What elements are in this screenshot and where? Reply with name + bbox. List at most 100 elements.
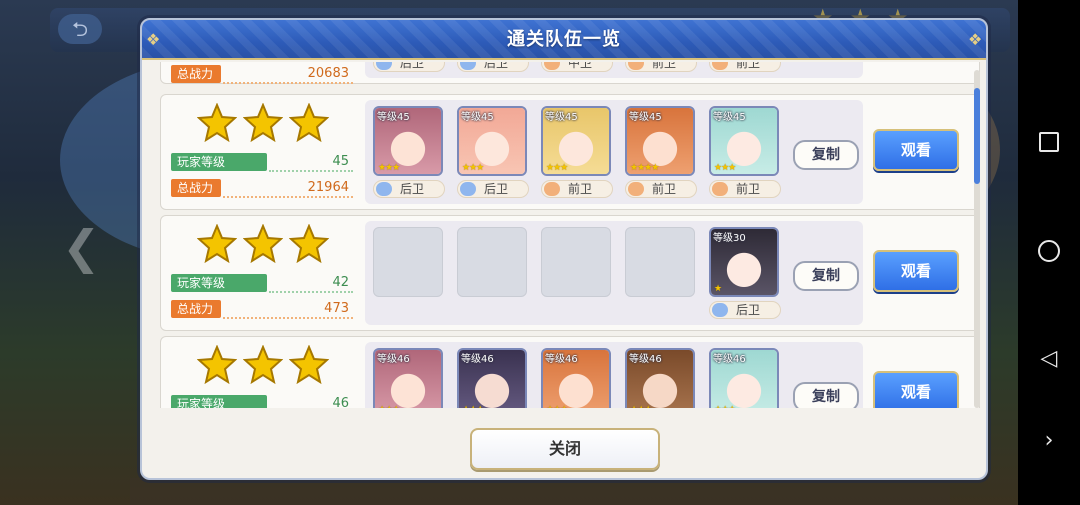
total-power-label: 总战力 xyxy=(171,179,221,197)
copy-team-button[interactable]: 复制 xyxy=(793,382,859,408)
copy-team-button[interactable]: 复制 xyxy=(793,261,859,291)
position-tag: 后卫 xyxy=(373,180,445,198)
position-tag: 前卫 xyxy=(625,180,697,198)
gold-star-icon xyxy=(196,344,238,385)
home-icon[interactable] xyxy=(1038,240,1060,262)
position-icon xyxy=(712,62,728,70)
total-power-value: 473 xyxy=(324,301,349,316)
rarity-stars-icon: ★ xyxy=(714,284,722,294)
recent-apps-icon[interactable] xyxy=(1039,132,1059,152)
position-icon xyxy=(628,62,644,70)
player-level-stat: 玩家等级 46 xyxy=(171,395,353,408)
player-level-label: 玩家等级 xyxy=(171,274,267,292)
empty-slot xyxy=(457,227,527,297)
rarity-stars-icon: ★★★ xyxy=(714,163,736,173)
position-tag: 前卫 xyxy=(709,180,781,198)
team-lineup: 等级46★★★ 等级46★★★ 等级46★★★ 等级46★★★ xyxy=(365,342,863,408)
player-level-stat: 玩家等级 45 xyxy=(171,153,353,172)
team-row: 总战力 20683 后卫 后卫 中卫 前卫 前卫 xyxy=(160,62,980,84)
gold-star-icon xyxy=(242,344,284,385)
total-power-stat: 总战力 20683 xyxy=(171,65,353,84)
gold-star-icon xyxy=(242,102,284,143)
clear-teams-dialog: ❖ ❖ 通关队伍一览 总战力 20683 后卫 后卫 中卫 前卫 前卫 玩家等级… xyxy=(140,18,988,480)
peach-hair-girl-portrait-icon[interactable]: 等级45 ★★★ xyxy=(457,106,527,176)
player-level-stat: 玩家等级 42 xyxy=(171,274,353,293)
clear-stars xyxy=(196,223,337,268)
team-row: 玩家等级 42 总战力 473 等级30 ★ 后卫 复制 观看 xyxy=(160,215,980,331)
empty-slot xyxy=(541,227,611,297)
clear-stars xyxy=(196,344,337,389)
total-power-stat: 总战力 473 xyxy=(171,300,353,319)
mint-hair-girl-portrait-icon[interactable]: 等级46★★★ xyxy=(709,348,779,408)
game-screen: ⮌ ★★★ ❮ ◁ › ❖ ❖ 通关队伍一览 总战力 20683 xyxy=(0,0,1080,505)
player-level-label: 玩家等级 xyxy=(171,395,267,408)
rarity-stars-icon: ★★★ xyxy=(546,405,568,408)
player-level-value: 46 xyxy=(332,396,349,408)
rarity-stars-icon: ★★★★ xyxy=(630,163,659,173)
view-team-button[interactable]: 观看 xyxy=(873,371,959,408)
background-left-arrow-icon: ❮ xyxy=(62,220,101,274)
rarity-stars-icon: ★★★ xyxy=(630,405,652,408)
team-lineup: 后卫 后卫 中卫 前卫 前卫 xyxy=(365,62,863,78)
brown-hair-girl-portrait-icon[interactable]: 等级46★★★ xyxy=(625,348,695,408)
empty-slot xyxy=(625,227,695,297)
rarity-stars-icon: ★★★ xyxy=(378,163,400,173)
rarity-stars-icon: ★★★ xyxy=(378,405,400,408)
position-tag: 前卫 xyxy=(709,62,781,72)
position-tag: 后卫 xyxy=(457,62,529,72)
pink-hair-girl-portrait-icon[interactable]: 等级46★★★ xyxy=(373,348,443,408)
view-team-button[interactable]: 观看 xyxy=(873,250,959,292)
chevron-right-icon[interactable]: › xyxy=(1036,428,1062,454)
clear-stars xyxy=(196,102,337,147)
black-hair-girl-portrait-icon[interactable]: 等级30 ★ xyxy=(709,227,779,297)
position-tag: 后卫 xyxy=(457,180,529,198)
view-team-button[interactable]: 观看 xyxy=(873,129,959,171)
team-row: 玩家等级 45 总战力 21964 等级45 ★★★ 等级45 ★★★ 等级45… xyxy=(160,94,980,210)
position-icon xyxy=(544,182,560,196)
rarity-stars-icon: ★★★ xyxy=(462,405,484,408)
orange-hair-girl-portrait-icon[interactable]: 等级46★★★ xyxy=(541,348,611,408)
orange-hair-girl-portrait-icon[interactable]: 等级45 ★★★★ xyxy=(625,106,695,176)
rarity-stars-icon: ★★★ xyxy=(462,163,484,173)
position-tag: 后卫 xyxy=(709,301,781,319)
gold-star-icon xyxy=(242,223,284,264)
total-power-label: 总战力 xyxy=(171,300,221,318)
gold-star-icon xyxy=(288,344,330,385)
background-bottom-bar xyxy=(130,478,950,505)
position-tag: 后卫 xyxy=(373,62,445,72)
team-lineup: 等级45 ★★★ 等级45 ★★★ 等级45 ★★★ 等级45 ★★★★ 等级4… xyxy=(365,100,863,204)
position-icon xyxy=(712,303,728,317)
player-level-label: 玩家等级 xyxy=(171,153,267,171)
position-tag: 前卫 xyxy=(541,180,613,198)
close-button[interactable]: 关闭 xyxy=(470,428,660,470)
back-triangle-icon[interactable]: ◁ xyxy=(1036,346,1062,372)
gold-star-icon xyxy=(288,223,330,264)
position-icon xyxy=(712,182,728,196)
position-tag: 前卫 xyxy=(625,62,697,72)
player-level-value: 45 xyxy=(332,154,349,169)
rarity-stars-icon: ★★★ xyxy=(546,163,568,173)
position-icon xyxy=(376,182,392,196)
position-icon xyxy=(460,62,476,70)
position-tag: 中卫 xyxy=(541,62,613,72)
total-power-value: 21964 xyxy=(307,180,349,195)
position-icon xyxy=(376,62,392,70)
empty-slot xyxy=(373,227,443,297)
team-list[interactable]: 总战力 20683 后卫 后卫 中卫 前卫 前卫 玩家等级 45 总战力 219… xyxy=(160,62,982,408)
gold-star-icon xyxy=(196,102,238,143)
total-power-value: 20683 xyxy=(307,66,349,81)
position-icon xyxy=(460,182,476,196)
blonde-girl-portrait-icon[interactable]: 等级45 ★★★ xyxy=(541,106,611,176)
mint-hair-girl-portrait-icon[interactable]: 等级45 ★★★ xyxy=(709,106,779,176)
pink-hair-girl-portrait-icon[interactable]: 等级45 ★★★ xyxy=(373,106,443,176)
gold-star-icon xyxy=(196,223,238,264)
rarity-stars-icon: ★★★ xyxy=(714,405,736,408)
list-scrollbar-thumb[interactable] xyxy=(974,88,980,184)
player-level-value: 42 xyxy=(332,275,349,290)
dark-hair-girl-portrait-icon[interactable]: 等级46★★★ xyxy=(457,348,527,408)
copy-team-button[interactable]: 复制 xyxy=(793,140,859,170)
total-power-stat: 总战力 21964 xyxy=(171,179,353,198)
background-back-icon: ⮌ xyxy=(58,14,102,44)
android-nav-bar: ◁ › xyxy=(1018,0,1080,505)
team-lineup: 等级30 ★ 后卫 复制 xyxy=(365,221,863,325)
